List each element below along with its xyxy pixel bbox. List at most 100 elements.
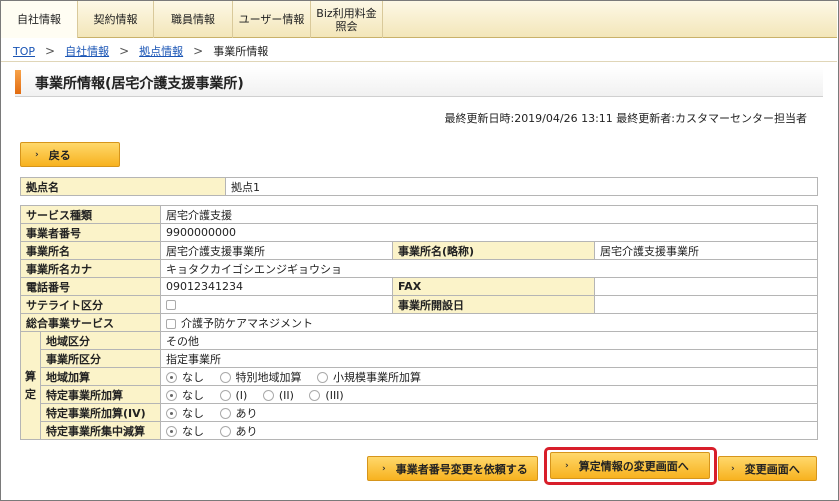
table-row: 特定事業所集中減算 なし あり: [21, 421, 819, 440]
special-add-iv-options: なし あり: [159, 403, 819, 422]
office-kana-value: キョタクカイゴシエンジギョウショ: [159, 259, 819, 278]
chevron-right-icon: >: [119, 44, 130, 58]
radio-option[interactable]: (II): [262, 389, 294, 402]
region-add-label: 地域加算: [40, 367, 161, 386]
top-navigation: 自社情報 契約情報 職員情報 ユーザー情報 Biz利用料金 照会: [1, 1, 837, 38]
tab-company-info[interactable]: 自社情報: [1, 1, 78, 38]
table-row: 事業者番号 9900000000: [20, 223, 819, 242]
back-button[interactable]: › 戻る: [20, 142, 120, 167]
tab-staff-info[interactable]: 職員情報: [154, 1, 233, 38]
table-row: 特定事業所加算(IV) なし あり: [21, 403, 819, 422]
phone-label: 電話番号: [20, 277, 161, 296]
radio-label: あり: [235, 424, 258, 438]
concentration-reduction-label: 特定事業所集中減算: [40, 421, 161, 440]
radio-label: なし: [182, 424, 204, 438]
base-table: 拠点名 拠点1: [20, 177, 818, 196]
radio-label: あり: [235, 406, 258, 420]
fax-value: [593, 277, 819, 296]
request-button-label: 事業者番号変更を依頼する: [395, 462, 528, 476]
chevron-right-icon: ›: [731, 463, 735, 474]
office-name-value: 居宅介護支援事業所: [160, 241, 393, 260]
office-short-name-label: 事業所名(略称): [392, 241, 595, 260]
radio-icon: [219, 425, 231, 437]
office-name-label: 事業所名: [20, 241, 161, 260]
breadcrumb-current: 事業所情報: [213, 45, 269, 58]
service-type-label: サービス種類: [20, 205, 161, 224]
chevron-right-icon: >: [193, 44, 204, 58]
change-screen-button[interactable]: › 変更画面へ: [718, 456, 817, 481]
chevron-right-icon: ›: [35, 149, 39, 160]
special-add-iv-label: 特定事業所加算(IV): [40, 403, 161, 422]
radio-option[interactable]: なし: [166, 425, 204, 438]
radio-icon: [262, 389, 274, 401]
satellite-checkbox[interactable]: [166, 300, 176, 310]
radio-selected-icon: [166, 389, 177, 401]
radio-label: 小規模事業所加算: [333, 370, 421, 384]
last-updated-info: 最終更新日時:2019/04/26 13:11 最終更新者:カスタマーセンター担…: [444, 112, 807, 125]
title-accent-bar: [15, 70, 21, 94]
concentration-reduction-options: なし あり: [159, 421, 819, 440]
chevron-right-icon: >: [45, 44, 56, 58]
service-type-value: 居宅介護支援: [159, 205, 819, 224]
satellite-label: サテライト区分: [20, 295, 161, 314]
radio-option[interactable]: なし: [166, 371, 204, 384]
open-date-value: [593, 295, 819, 314]
breadcrumb: TOP > 自社情報 > 拠点情報 > 事業所情報: [13, 44, 268, 58]
radio-option[interactable]: 特別地域加算: [219, 371, 302, 384]
radio-selected-icon: [166, 425, 177, 437]
radio-option[interactable]: 小規模事業所加算: [317, 371, 421, 384]
radio-option[interactable]: なし: [166, 407, 204, 420]
radio-label: なし: [182, 370, 204, 384]
table-row: 事業所名 居宅介護支援事業所 事業所名(略称) 居宅介護支援事業所: [20, 241, 819, 260]
radio-icon: [317, 371, 328, 383]
table-row: サテライト区分 事業所開設日: [20, 295, 819, 314]
radio-label: なし: [182, 406, 204, 420]
page-title-bar: 事業所情報(居宅介護支援事業所): [15, 67, 823, 97]
office-short-name-value: 居宅介護支援事業所: [593, 241, 819, 260]
radio-option[interactable]: (I): [219, 388, 248, 402]
radio-label: (I): [235, 388, 248, 402]
care-prevention-label: 介護予防ケアマネジメント: [181, 316, 313, 330]
office-info-table: サービス種類 居宅介護支援 事業者番号 9900000000 事業所名 居宅介護…: [20, 205, 819, 440]
table-row: 総合事業サービス 介護予防ケアマネジメント: [20, 313, 819, 332]
back-button-label: 戻る: [48, 148, 71, 162]
office-class-value: 指定事業所: [159, 349, 819, 368]
office-kana-label: 事業所名カナ: [20, 259, 161, 278]
chevron-right-icon: ›: [382, 463, 386, 474]
table-row: 事業所名カナ キョタクカイゴシエンジギョウショ: [20, 259, 819, 278]
tab-user-info[interactable]: ユーザー情報: [233, 1, 311, 38]
breadcrumb-top-link[interactable]: TOP: [13, 45, 35, 58]
region-add-options: なし 特別地域加算 小規模事業所加算: [159, 367, 819, 386]
radio-selected-icon: [166, 371, 177, 383]
radio-option[interactable]: あり: [219, 406, 258, 420]
special-add-options: なし (I) (II) (III): [159, 385, 819, 404]
divider: [1, 61, 837, 62]
breadcrumb-base-link[interactable]: 拠点情報: [139, 43, 183, 59]
radio-option[interactable]: なし: [166, 389, 204, 402]
radio-option[interactable]: あり: [219, 424, 258, 438]
santei-change-button-label: 算定情報の変更画面へ: [578, 459, 689, 473]
tab-contract-info[interactable]: 契約情報: [78, 1, 154, 38]
phone-value: 09012341234: [160, 277, 393, 296]
radio-option[interactable]: (III): [309, 389, 344, 402]
special-add-label: 特定事業所加算: [40, 385, 161, 404]
tab-biz-fee[interactable]: Biz利用料金 照会: [311, 1, 383, 38]
breadcrumb-company-link[interactable]: 自社情報: [65, 43, 109, 59]
care-prevention-checkbox[interactable]: [166, 318, 176, 329]
provider-number-value: 9900000000: [159, 223, 819, 242]
radio-icon: [219, 407, 231, 419]
table-row: サービス種類 居宅介護支援: [20, 205, 819, 224]
page-title: 事業所情報(居宅介護支援事業所): [35, 76, 244, 92]
radio-icon: [219, 371, 231, 383]
radio-icon: [309, 389, 321, 401]
table-row: 算 定 地域区分 その他: [20, 331, 819, 440]
table-row: 特定事業所加算 なし (I) (II) (III): [21, 385, 819, 404]
request-provider-number-change-button[interactable]: › 事業者番号変更を依頼する: [367, 456, 538, 481]
base-name-label: 拠点名: [20, 177, 226, 196]
santei-section-label: 算 定: [20, 331, 41, 440]
table-row: 地域加算 なし 特別地域加算 小規模事業所加算: [21, 367, 819, 386]
office-class-label: 事業所区分: [40, 349, 161, 368]
radio-label: なし: [182, 388, 204, 402]
region-class-label: 地域区分: [40, 331, 161, 350]
santei-change-button[interactable]: › 算定情報の変更画面へ: [550, 452, 710, 479]
